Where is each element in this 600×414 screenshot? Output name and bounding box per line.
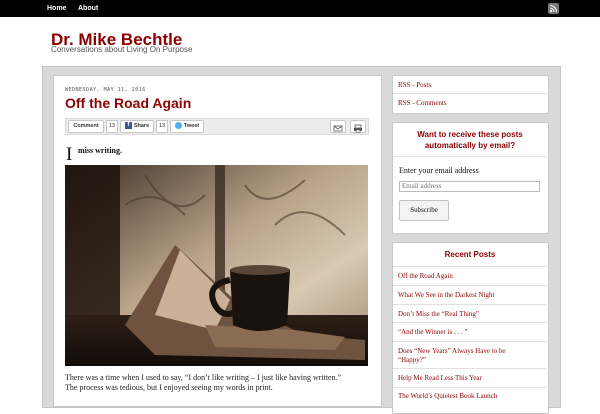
tweet-label: Tweet <box>183 123 200 129</box>
widget-divider <box>393 387 547 388</box>
rss-posts-link[interactable]: RSS - Posts <box>398 81 431 89</box>
email-widget-title: Want to receive these posts automaticall… <box>417 130 523 150</box>
comment-button[interactable]: Comment <box>68 120 104 133</box>
recent-post-link[interactable]: Help Me Read Less This Year <box>398 374 482 382</box>
post-body-line: The process was tedious, but I enjoyed s… <box>65 383 273 392</box>
facebook-share-count: 13 <box>156 120 168 133</box>
widget-divider <box>393 368 547 369</box>
widget-divider <box>393 156 547 157</box>
rss-feed-icon[interactable] <box>548 3 559 14</box>
recent-post-link[interactable]: Does “New Years” Always Have to be “Happ… <box>398 347 528 365</box>
dropcap-letter: I <box>66 144 73 165</box>
facebook-share-label: Share <box>133 123 150 129</box>
facebook-icon: f <box>124 122 132 130</box>
top-navigation-bar: Home About <box>0 0 600 17</box>
post-title[interactable]: Off the Road Again <box>65 95 191 111</box>
site-description: Conversations about Living On Purpose <box>51 45 193 54</box>
post-body-line: There was a time when I used to say, “I … <box>65 373 342 382</box>
recent-post-link[interactable]: Don’t Miss the “Real Thing” <box>398 310 479 318</box>
widget-divider <box>393 322 547 323</box>
email-field[interactable] <box>399 181 540 192</box>
comment-count: 13 <box>106 120 118 133</box>
twitter-bird-icon <box>174 122 182 130</box>
widget-divider <box>393 304 547 305</box>
widget-divider <box>393 341 547 342</box>
post-body: There was a time when I used to say, “I … <box>65 373 370 393</box>
rss-comments-link[interactable]: RSS - Comments <box>398 99 447 107</box>
print-icon[interactable] <box>350 120 366 133</box>
nav-about-link[interactable]: About <box>78 0 98 17</box>
widget-divider <box>393 266 547 267</box>
nav-home-link[interactable]: Home <box>47 0 66 17</box>
recent-post-link[interactable]: What We See in the Darkest Night <box>398 291 495 299</box>
recent-post-link[interactable]: Off the Road Again <box>398 272 453 280</box>
post-photo-coffee-book <box>65 165 368 366</box>
post-date: WEDNESDAY, MAY 11, 2016 <box>65 87 146 93</box>
recent-post-link[interactable]: “And the Winner is . . . ” <box>398 328 468 336</box>
widget-divider <box>393 93 547 94</box>
email-label: Enter your email address <box>399 166 479 175</box>
recent-posts-title: Recent Posts <box>444 250 496 259</box>
subscribe-button[interactable]: Subscribe <box>399 200 449 221</box>
widget-divider <box>393 285 547 286</box>
recent-post-link[interactable]: The World’s Quietest Book Launch <box>398 392 497 400</box>
post-lead-text: miss writing. <box>78 146 122 155</box>
email-post-icon[interactable] <box>330 120 346 133</box>
tweet-button[interactable]: Tweet <box>170 120 204 133</box>
facebook-share-button[interactable]: f Share <box>120 120 154 133</box>
